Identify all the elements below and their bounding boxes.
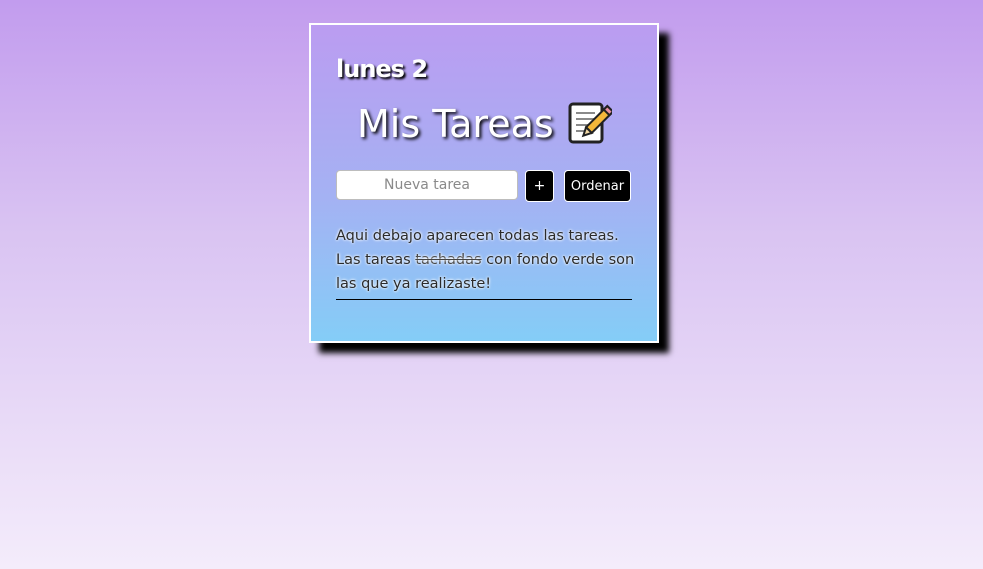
add-task-button[interactable]: + [525, 170, 554, 202]
instructions-line-1: Aqui debajo aparecen todas las tareas. [336, 228, 619, 244]
sort-button[interactable]: Ordenar [564, 170, 631, 202]
new-task-input[interactable] [336, 170, 518, 200]
page-title: Mis Tareas [357, 101, 615, 147]
memo-icon [566, 101, 615, 147]
page-title-text: Mis Tareas [357, 102, 554, 146]
strikethrough-word: tachadas [415, 252, 482, 268]
date-label: lunes 2 [336, 55, 428, 83]
instructions-text: Aqui debajo aparecen todas las tareas. L… [336, 224, 636, 296]
divider [336, 299, 632, 300]
todo-card: lunes 2 Mis Tareas + Ordenar Aqui debajo… [309, 23, 659, 343]
instructions-before-strike: Las tareas [336, 252, 416, 268]
